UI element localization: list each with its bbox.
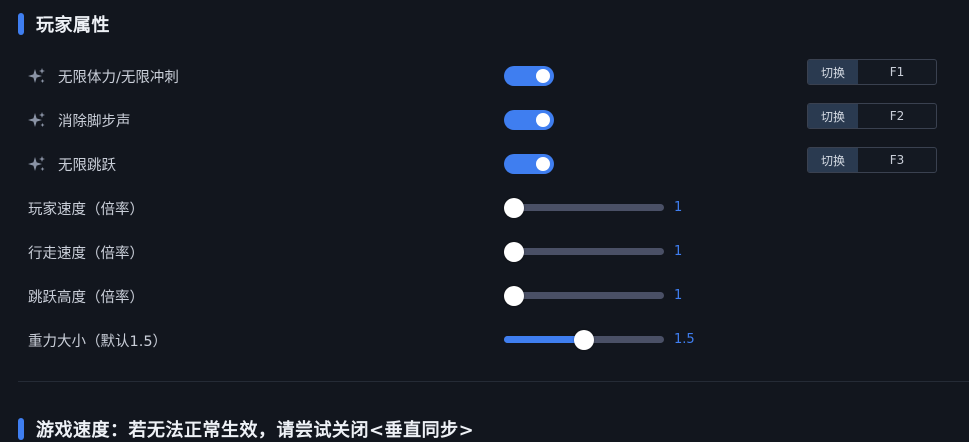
hotkey-box-f3: 切换 F3 (807, 147, 937, 173)
sparkle-icon (28, 68, 45, 83)
toggle-knob (536, 69, 550, 83)
section-accent-bar (18, 418, 24, 440)
toggle-label: 无限体力/无限冲刺 (58, 69, 179, 86)
jump-height-slider[interactable] (504, 284, 664, 308)
toggle-knob (536, 157, 550, 171)
slider-track (504, 292, 664, 299)
slider-thumb[interactable] (504, 198, 524, 218)
gravity-slider[interactable] (504, 328, 664, 352)
walk-speed-slider[interactable] (504, 240, 664, 264)
slider-value: 1 (674, 244, 683, 259)
infinite-jump-toggle[interactable] (504, 154, 554, 174)
hotkey-key[interactable]: F1 (858, 60, 936, 84)
slider-label: 重力大小（默认1.5） (28, 333, 168, 350)
toggle-row-remove-footsteps: 消除脚步声 切换 F2 (0, 103, 969, 132)
section-header-game-speed: 游戏速度：若无法正常生效，请尝试关闭<垂直同步> (18, 416, 474, 442)
slider-label: 行走速度（倍率） (28, 245, 144, 262)
slider-label: 玩家速度（倍率） (28, 201, 144, 218)
section-accent-bar (18, 13, 24, 35)
slider-value: 1 (674, 200, 683, 215)
slider-value: 1 (674, 288, 683, 303)
slider-row-walk-speed: 行走速度（倍率） 1 (0, 240, 969, 264)
hotkey-switch-button[interactable]: 切换 (808, 60, 858, 84)
slider-track (504, 204, 664, 211)
section-header-player-attributes: 玩家属性 (18, 11, 110, 37)
slider-value: 1.5 (674, 332, 695, 347)
section-divider (18, 381, 969, 382)
slider-track (504, 248, 664, 255)
section-title: 游戏速度：若无法正常生效，请尝试关闭<垂直同步> (36, 420, 475, 441)
slider-thumb[interactable] (504, 286, 524, 306)
slider-label: 跳跃高度（倍率） (28, 289, 144, 306)
toggle-row-infinite-jump: 无限跳跃 切换 F3 (0, 147, 969, 176)
infinite-stamina-toggle[interactable] (504, 66, 554, 86)
section-title: 玩家属性 (36, 15, 110, 36)
toggle-knob (536, 113, 550, 127)
sparkle-icon (28, 156, 45, 171)
player-speed-slider[interactable] (504, 196, 664, 220)
sparkle-icon (28, 112, 45, 127)
slider-row-jump-height: 跳跃高度（倍率） 1 (0, 284, 969, 308)
slider-fill (504, 336, 584, 343)
slider-thumb[interactable] (574, 330, 594, 350)
toggle-label: 无限跳跃 (58, 157, 116, 174)
hotkey-key[interactable]: F2 (858, 104, 936, 128)
slider-thumb[interactable] (504, 242, 524, 262)
slider-row-gravity: 重力大小（默认1.5） 1.5 (0, 328, 969, 352)
remove-footsteps-toggle[interactable] (504, 110, 554, 130)
hotkey-switch-button[interactable]: 切换 (808, 148, 858, 172)
hotkey-box-f2: 切换 F2 (807, 103, 937, 129)
slider-row-player-speed: 玩家速度（倍率） 1 (0, 196, 969, 220)
hotkey-box-f1: 切换 F1 (807, 59, 937, 85)
toggle-label: 消除脚步声 (58, 113, 131, 130)
hotkey-key[interactable]: F3 (858, 148, 936, 172)
hotkey-switch-button[interactable]: 切换 (808, 104, 858, 128)
toggle-row-infinite-stamina: 无限体力/无限冲刺 切换 F1 (0, 59, 969, 88)
